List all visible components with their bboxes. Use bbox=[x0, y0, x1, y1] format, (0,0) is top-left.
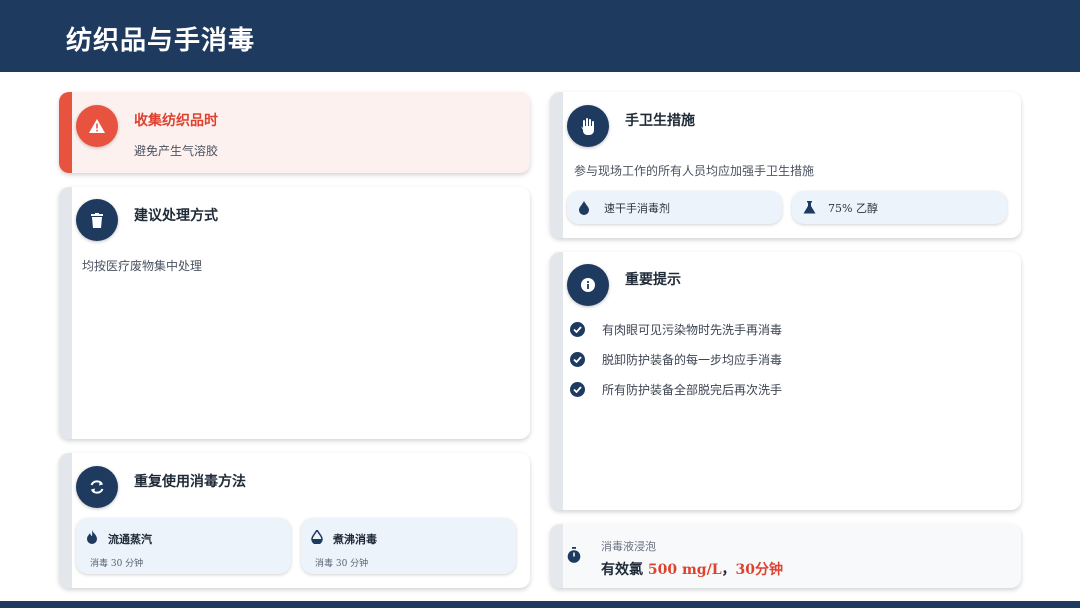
tip-item-label: 所有防护装备全部脱完后再次洗手 bbox=[602, 383, 783, 397]
refresh-icon bbox=[76, 466, 118, 508]
header-bar: 纺织品与手消毒 bbox=[0, 0, 1080, 72]
collect-textiles-title: 收集纺织品时 bbox=[134, 113, 218, 129]
tips-title: 重要提示 bbox=[625, 272, 681, 288]
tip-item: 有肉眼可见污染物时先洗手再消毒 bbox=[570, 321, 782, 338]
check-circle-icon bbox=[570, 322, 585, 337]
method-boil-name: 煮沸消毒 bbox=[333, 533, 377, 546]
page-title: 纺织品与手消毒 bbox=[66, 26, 256, 56]
method-steam[interactable]: 流通蒸汽 消毒 30 分钟 bbox=[76, 518, 291, 574]
soak-label: 消毒液浸泡 bbox=[601, 540, 656, 553]
reuse-disinfection-card: 重复使用消毒方法 流通蒸汽 消毒 30 分钟 煮沸消毒 消毒 30 分钟 bbox=[59, 453, 530, 588]
hand-hygiene-text: 参与现场工作的所有人员均应加强手卫生措施 bbox=[574, 164, 815, 178]
soak-duration: 30分钟 bbox=[735, 562, 784, 578]
hand-icon bbox=[567, 105, 609, 147]
flask-icon bbox=[803, 201, 816, 214]
tip-item: 脱卸防护装备的每一步均应手消毒 bbox=[570, 351, 782, 368]
footer-bar bbox=[0, 601, 1080, 608]
option-hand-sanitizer[interactable]: 速干手消毒剂 bbox=[567, 191, 782, 224]
droplet-half-icon bbox=[311, 530, 323, 544]
disposal-title: 建议处理方式 bbox=[134, 208, 218, 224]
disposal-text: 均按医疗废物集中处理 bbox=[82, 259, 203, 273]
method-boil-detail: 消毒 30 分钟 bbox=[315, 559, 369, 569]
soak-card: 消毒液浸泡 有效氯 500 mg/L，30分钟 bbox=[550, 524, 1021, 588]
tip-item-label: 脱卸防护装备的每一步均应手消毒 bbox=[602, 353, 783, 367]
droplet-icon bbox=[579, 200, 589, 215]
hand-hygiene-card: 手卫生措施 参与现场工作的所有人员均应加强手卫生措施 速干手消毒剂 75% 乙醇 bbox=[550, 92, 1021, 238]
check-circle-icon bbox=[570, 352, 585, 367]
method-boil[interactable]: 煮沸消毒 消毒 30 分钟 bbox=[301, 518, 516, 574]
collect-textiles-card: 收集纺织品时 避免产生气溶胶 bbox=[59, 92, 530, 173]
option-ethanol-label: 75% 乙醇 bbox=[828, 201, 878, 215]
hand-hygiene-title: 手卫生措施 bbox=[625, 113, 695, 129]
soak-separator: ， bbox=[721, 562, 736, 578]
fire-icon bbox=[87, 530, 97, 544]
reuse-title: 重复使用消毒方法 bbox=[134, 474, 246, 490]
soak-value: 有效氯 500 mg/L，30分钟 bbox=[601, 559, 783, 579]
method-steam-detail: 消毒 30 分钟 bbox=[90, 559, 144, 569]
collect-textiles-text: 避免产生气溶胶 bbox=[134, 144, 219, 158]
important-tips-card: 重要提示 有肉眼可见污染物时先洗手再消毒 脱卸防护装备的每一步均应手消毒 所有防… bbox=[550, 252, 1021, 510]
tip-item-label: 有肉眼可见污染物时先洗手再消毒 bbox=[602, 323, 783, 337]
method-steam-name: 流通蒸汽 bbox=[108, 533, 152, 546]
check-circle-icon bbox=[570, 382, 585, 397]
option-ethanol[interactable]: 75% 乙醇 bbox=[792, 191, 1007, 224]
soak-prefix: 有效氯 bbox=[601, 562, 643, 578]
soak-concentration: 500 mg/L bbox=[647, 562, 722, 578]
trash-icon bbox=[76, 199, 118, 241]
disposal-card: 建议处理方式 均按医疗废物集中处理 bbox=[59, 187, 530, 439]
tip-item: 所有防护装备全部脱完后再次洗手 bbox=[570, 381, 782, 398]
stopwatch-icon bbox=[567, 547, 581, 563]
option-hand-sanitizer-label: 速干手消毒剂 bbox=[604, 201, 670, 215]
warning-icon bbox=[76, 105, 118, 147]
info-icon bbox=[567, 264, 609, 306]
